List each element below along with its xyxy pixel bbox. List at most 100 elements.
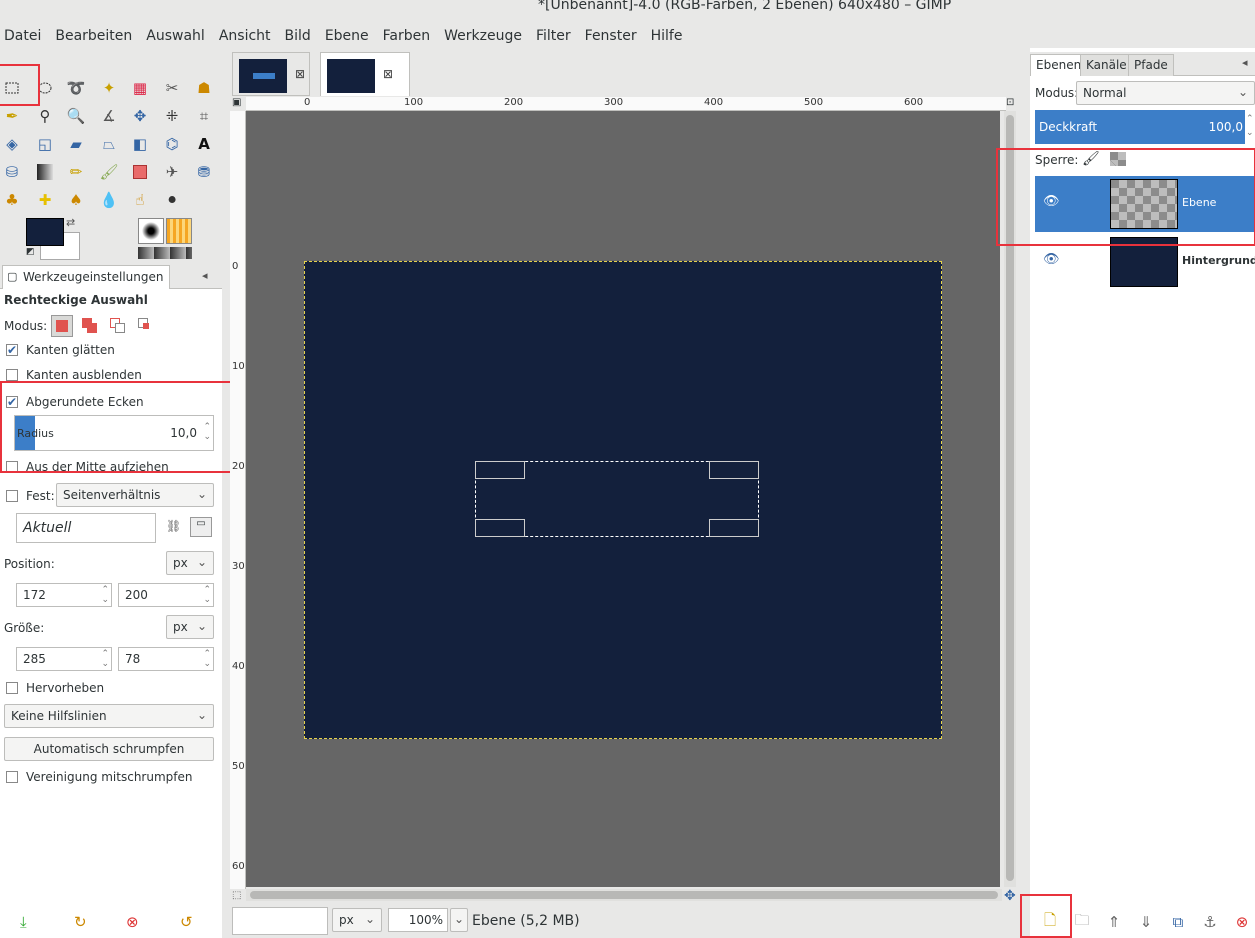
guides-combo[interactable]: Keine Hilfslinien ⌄ [4,704,214,728]
menu-bild[interactable]: Bild [285,28,311,44]
reset-options-icon[interactable]: ↺ [180,913,193,931]
smudge-tool-icon[interactable]: ☝ [128,188,152,212]
menu-fenster[interactable]: Fenster [585,28,637,44]
anchor-layer-icon[interactable]: ⚓ [1194,910,1226,934]
size-width-input[interactable]: 285 ⌃ ⌄ [16,647,112,671]
crop-tool-icon[interactable]: ⌗ [192,104,216,128]
menu-ansicht[interactable]: Ansicht [219,28,271,44]
menu-hilfe[interactable]: Hilfe [651,28,683,44]
panel-menu-icon[interactable]: ◂ [1242,56,1248,69]
tab-layers[interactable]: Ebenen [1030,54,1088,76]
zoom-fit-icon[interactable]: ⊡ [1006,97,1014,108]
antialias-checkbox[interactable]: ✔ [6,344,18,356]
shear-tool-icon[interactable]: ▰ [64,132,88,156]
image-tab-1[interactable]: ⊠ [232,52,310,96]
lock-chain-icon[interactable]: ⛓ [166,519,181,533]
fixed-row[interactable]: Fest: [6,489,55,503]
paintbrush-tool-icon[interactable]: 🖌 [97,160,121,184]
foreground-color-swatch[interactable] [26,218,64,246]
bucket-fill-tool-icon[interactable]: ⛁ [0,160,24,184]
eye-icon[interactable]: 👁 [1043,252,1060,267]
zoom-combo[interactable]: ⌄ [450,908,468,932]
tab-paths[interactable]: Pfade [1128,54,1174,76]
feather-checkbox[interactable] [6,369,18,381]
highlight-row[interactable]: Hervorheben [6,681,104,695]
flip-tool-icon[interactable]: ◧ [128,132,152,156]
position-x-input[interactable]: 172 ⌃ ⌄ [16,583,112,607]
eraser-tool-icon[interactable] [128,160,152,184]
blur-tool-icon[interactable]: 💧 [97,188,121,212]
fixed-checkbox[interactable] [6,490,18,502]
measure-tool-icon[interactable]: ∡ [97,104,121,128]
spin-arrows-icon[interactable]: ⌃ ⌄ [1246,112,1254,140]
menu-datei[interactable]: Datei [4,28,41,44]
selection-handle[interactable] [475,461,525,479]
close-icon[interactable]: ⊠ [383,67,393,81]
mode-replace-icon[interactable] [51,315,74,337]
save-options-icon[interactable]: ⤓ [20,913,27,931]
tab-channels[interactable]: Kanäle [1080,54,1133,76]
scrollbar-thumb[interactable] [250,891,998,899]
fixed-current-field[interactable]: Aktuell [16,513,156,543]
size-height-input[interactable]: 78 ⌃ ⌄ [118,647,214,671]
spin-arrows-icon[interactable]: ⌃ ⌄ [101,649,109,669]
magnify-tool-icon[interactable]: 🔍 [64,104,88,128]
brush-preview-icon[interactable] [138,218,164,244]
dodge-burn-tool-icon[interactable]: ⚫ [160,188,184,212]
selection-handle[interactable] [475,519,525,537]
scale-tool-icon[interactable]: ◱ [33,132,57,156]
menu-farben[interactable]: Farben [383,28,430,44]
quick-mask-corner-icon[interactable]: ▣ [232,97,241,108]
menu-werkzeuge[interactable]: Werkzeuge [444,28,522,44]
highlight-checkbox[interactable] [6,682,18,694]
selection-handle[interactable] [709,519,759,537]
duplicate-layer-icon[interactable]: ⧉ [1162,910,1194,934]
align-tool-icon[interactable]: ⁜ [160,104,184,128]
perspective-tool-icon[interactable]: ⏢ [97,132,121,156]
fuzzy-select-tool-icon[interactable]: ✦ [97,76,121,100]
shrink-merged-row[interactable]: Vereinigung mitschrumpfen [6,770,193,784]
move-tool-icon[interactable]: ✥ [128,104,152,128]
paths-tool-icon[interactable]: ✒ [0,104,24,128]
color-picker-tool-icon[interactable]: ⚲ [33,104,57,128]
orientation-icon[interactable]: ▭ [190,517,212,537]
restore-options-icon[interactable]: ↻ [74,913,87,931]
layer-mode-combo[interactable]: Normal ⌄ [1076,81,1255,105]
foreground-select-tool-icon[interactable]: ☗ [192,76,216,100]
size-unit-combo[interactable]: px ⌄ [166,615,214,639]
feather-row[interactable]: Kanten ausblenden [6,368,142,382]
opacity-slider[interactable]: Deckkraft 100,0 [1035,110,1245,144]
spin-arrows-icon[interactable]: ⌃ ⌄ [203,649,211,669]
cage-tool-icon[interactable]: ⌬ [160,132,184,156]
selection-handle[interactable] [709,461,759,479]
blend-tool-icon[interactable] [33,160,57,184]
zoom-input[interactable]: 100% [388,908,448,932]
gradient-preview-icon[interactable] [138,247,192,259]
lasso-tool-icon[interactable]: ➰ [64,76,88,100]
image-tab-2[interactable]: ⊠ [320,52,410,96]
ink-tool-icon[interactable]: ⛃ [192,160,216,184]
spin-arrows-icon[interactable]: ⌃ ⌄ [203,585,211,605]
auto-shrink-button[interactable]: Automatisch schrumpfen [4,737,214,761]
heal-tool-icon[interactable]: ✚ [33,188,57,212]
rectangle-selection[interactable] [475,461,759,537]
delete-layer-icon[interactable]: ⊗ [1226,910,1255,934]
delete-options-icon[interactable]: ⊗ [126,913,139,931]
spin-arrows-icon[interactable]: ⌃ ⌄ [101,585,109,605]
swap-colors-icon[interactable]: ⇄ [66,216,75,229]
pattern-preview-icon[interactable] [166,218,192,244]
airbrush-tool-icon[interactable]: ✈ [160,160,184,184]
text-tool-icon[interactable]: A [192,132,216,156]
mode-subtract-icon[interactable] [107,315,129,337]
shrink-merged-checkbox[interactable] [6,771,18,783]
menu-filter[interactable]: Filter [536,28,571,44]
mode-intersect-icon[interactable] [135,315,157,337]
clone-tool-icon[interactable]: ♣ [0,188,24,212]
scissors-tool-icon[interactable]: ✂ [160,76,184,100]
unit-combo[interactable]: px ⌄ [332,908,382,932]
default-colors-icon[interactable]: ◩ [26,247,35,257]
menu-auswahl[interactable]: Auswahl [146,28,205,44]
navigate-icon[interactable]: ✥ [1004,888,1016,904]
lower-layer-icon[interactable]: ⇓ [1130,910,1162,934]
close-icon[interactable]: ⊠ [295,67,305,81]
